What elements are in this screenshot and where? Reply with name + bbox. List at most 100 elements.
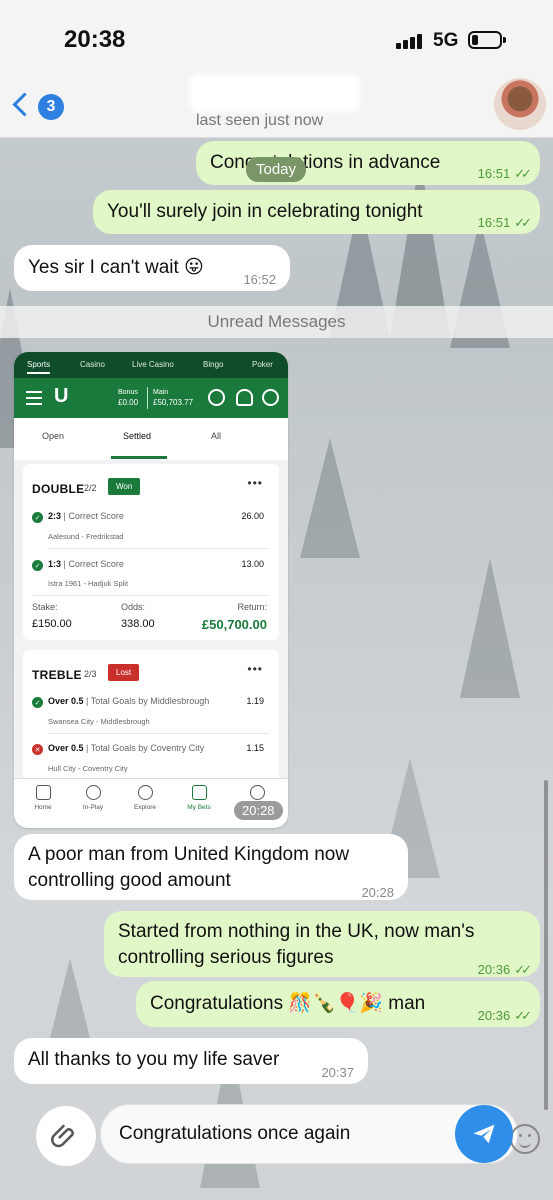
bet-legs-count: 2/2	[84, 483, 97, 493]
bet-tab-poker: Poker	[252, 360, 273, 369]
bet-subtab-open: Open	[42, 431, 65, 441]
bell-icon	[236, 389, 253, 406]
unread-count-badge: 3	[38, 94, 64, 120]
attach-paperclip-icon	[51, 1124, 74, 1148]
bet-tab-casino: Casino	[80, 360, 105, 369]
return-value: £50,700.00	[201, 617, 267, 632]
bet-card-double: DOUBLE 2/2 Won ••• ✓ 2:3 | Correct Score…	[23, 464, 279, 640]
message-bubble[interactable]: Started from nothing in the UK, now man'…	[104, 911, 540, 977]
emoji-icon[interactable]	[510, 1124, 540, 1154]
leg-selection: 2:3	[48, 511, 62, 521]
menu-icon	[26, 391, 42, 409]
send-button[interactable]	[455, 1105, 513, 1163]
cross-icon: ✕	[32, 744, 43, 755]
stake-label: Stake:	[32, 602, 58, 612]
message-text: Congratulations in advance	[210, 152, 441, 173]
message-input[interactable]	[119, 1119, 389, 1149]
image-timestamp: 20:28	[234, 801, 283, 820]
bets-icon	[191, 785, 207, 800]
check-icon: ✓	[32, 697, 43, 708]
message-time: 20:36	[477, 962, 511, 977]
more-icon: •••	[247, 476, 263, 490]
check-icon: ✓	[32, 512, 43, 523]
leg-selection: Over 0.5	[48, 743, 84, 753]
return-label: Return:	[237, 602, 267, 612]
message-text: You'll surely join in celebrating tonigh…	[107, 201, 423, 222]
read-check-icon: ✓✓	[514, 215, 532, 230]
back-button[interactable]: 3	[10, 90, 64, 124]
more-icon: •••	[247, 662, 263, 676]
message-bubble[interactable]: A poor man from United Kingdom now contr…	[14, 834, 408, 900]
message-time: 16:52	[243, 272, 276, 287]
message-time: 20:28	[361, 885, 394, 900]
leg-selection: Over 0.5	[48, 696, 84, 706]
nav-in-play: In-Play	[68, 785, 118, 811]
stake-value: £150.00	[32, 618, 72, 630]
chat-header: 3 last seen just now	[0, 60, 553, 138]
leg-market: | Total Goals by Middlesbrough	[86, 696, 210, 706]
message-bubble[interactable]: All thanks to you my life saver 20:37	[14, 1038, 368, 1084]
nav-explore: Explore	[120, 785, 170, 811]
unread-messages-separator: Unread Messages	[0, 306, 553, 338]
nav-my-bets: My Bets	[174, 785, 224, 811]
last-seen-status: last seen just now	[196, 112, 324, 129]
bet-tab-bingo: Bingo	[203, 360, 224, 369]
status-badge: Won	[108, 478, 141, 495]
leg-event: Istra 1961 - Hadjuk Split	[48, 579, 129, 588]
bet-type: DOUBLE	[32, 482, 85, 496]
status-time: 20:38	[64, 26, 126, 53]
leg-event: Swansea City - Middlesbrough	[48, 717, 150, 726]
message-bubble[interactable]: Yes sir I can't wait 😛 16:52	[14, 245, 290, 291]
message-time: 16:51	[477, 166, 511, 181]
bet-app-bar: U Bonus £0.00 Main £50,703.77	[14, 378, 288, 418]
leg-market: | Total Goals by Coventry City	[86, 743, 205, 753]
bet-card-treble: TREBLE 2/3 Lost ••• ✓ Over 0.5 | Total G…	[23, 650, 279, 790]
contact-avatar[interactable]	[494, 78, 546, 130]
leg-market: | Correct Score	[63, 559, 124, 569]
attach-button[interactable]	[36, 1106, 96, 1166]
odds-value: 338.00	[121, 618, 155, 630]
signal-icon	[396, 33, 426, 49]
check-icon: ✓	[32, 560, 43, 571]
nav-home: Home	[18, 785, 68, 811]
bet-subtab-all: All	[211, 431, 222, 441]
nav-label: My Bets	[187, 804, 211, 811]
bet-top-tabs: Sports Casino Live Casino Bingo Poker	[14, 352, 288, 378]
image-message[interactable]: Sports Casino Live Casino Bingo Poker U …	[14, 352, 288, 828]
message-bubble[interactable]: Congratulations 🎊🍾🎈🎉 man 20:36 ✓✓	[136, 981, 540, 1027]
bet-tab-live-casino: Live Casino	[132, 360, 174, 369]
leg-event: Hull City - Coventry City	[48, 764, 128, 773]
message-text: A poor man from United Kingdom now contr…	[28, 844, 350, 891]
bonus-value: £0.00	[118, 398, 139, 407]
network-label: 5G	[433, 30, 459, 51]
read-check-icon: ✓✓	[514, 962, 532, 977]
bet-legs-count: 2/3	[84, 669, 97, 679]
leg-odds: 1.19	[246, 696, 264, 706]
leg-odds: 1.15	[246, 743, 264, 753]
contact-name-redacted[interactable]	[190, 74, 360, 112]
deposit-icon	[208, 389, 225, 406]
bet-sub-tabs: Open Settled All	[14, 418, 288, 460]
nav-label: In-Play	[82, 804, 104, 811]
scrollbar[interactable]	[544, 780, 548, 1110]
bet-type: TREBLE	[32, 668, 82, 682]
bet-subtab-settled: Settled	[123, 431, 152, 441]
star-icon	[249, 785, 265, 800]
send-icon	[473, 1124, 495, 1144]
date-separator: Today	[246, 157, 307, 182]
bet-tab-sports: Sports	[27, 360, 51, 374]
home-icon	[35, 785, 51, 800]
read-check-icon: ✓✓	[514, 1008, 532, 1023]
status-badge: Lost	[108, 664, 140, 681]
message-bubble[interactable]: You'll surely join in celebrating tonigh…	[93, 190, 540, 234]
message-text: Started from nothing in the UK, now man'…	[118, 921, 475, 968]
message-text: All thanks to you my life saver	[28, 1049, 280, 1070]
leg-event: Aalesund - Fredrikstad	[48, 532, 124, 541]
main-balance: £50,703.77	[153, 398, 194, 407]
explore-icon	[137, 785, 153, 800]
nav-label: Explore	[133, 804, 157, 811]
message-time: 16:51	[477, 215, 511, 230]
nav-label: Home	[34, 804, 52, 811]
main-label: Main	[153, 389, 169, 396]
read-check-icon: ✓✓	[514, 166, 532, 181]
